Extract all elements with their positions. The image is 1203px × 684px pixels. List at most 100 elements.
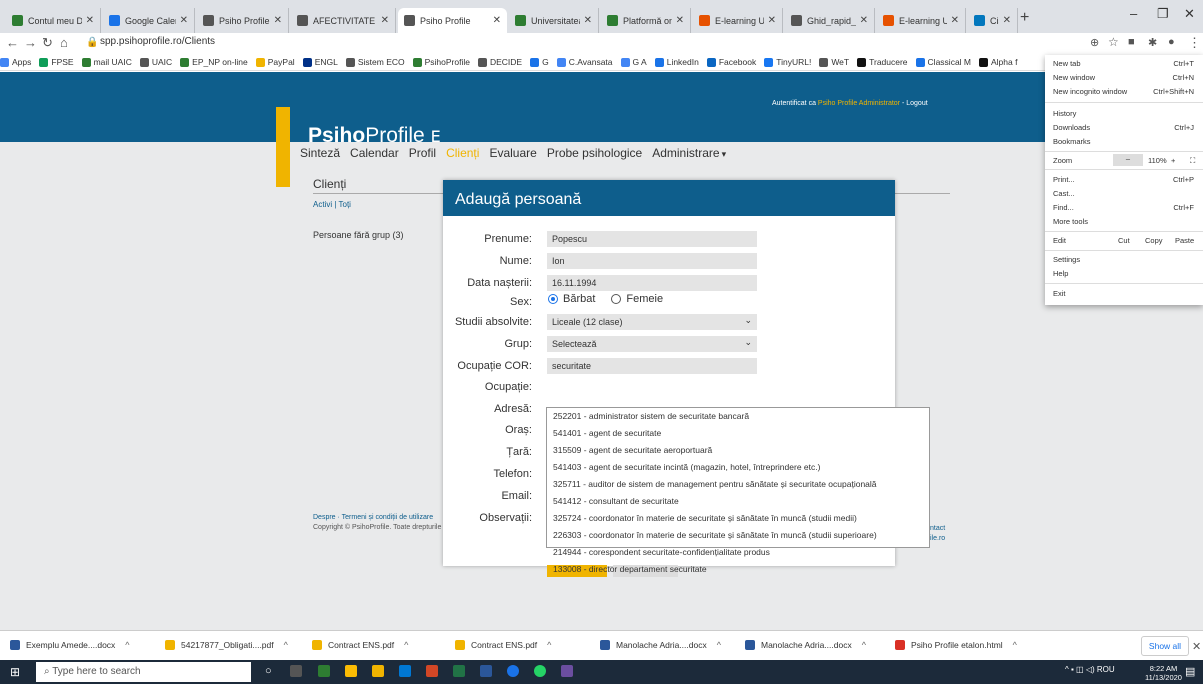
zoom-icon[interactable]: ⊕ — [1090, 36, 1099, 49]
nav-item[interactable]: Clienți — [446, 146, 479, 160]
chrome-icon[interactable] — [345, 665, 357, 677]
autocomplete-option[interactable]: 541403 - agent de securitate incintă (ma… — [547, 459, 929, 476]
bookmark-item[interactable]: mail UAIC — [81, 53, 132, 70]
browser-tab[interactable]: Cisco Webex Me ✕ — [968, 8, 1018, 33]
chevron-up-icon[interactable]: ^ — [1013, 640, 1017, 650]
autocomplete-option[interactable]: 325724 - coordonator în materie de secur… — [547, 510, 929, 527]
close-downloads-icon[interactable]: ✕ — [1192, 640, 1201, 653]
browser-tab[interactable]: Ghid_rapid_Mod ✕ — [785, 8, 875, 33]
bookmark-item[interactable]: WeT — [819, 53, 849, 70]
excel-icon[interactable] — [453, 665, 465, 677]
extension-icon[interactable]: ■ — [1128, 36, 1135, 48]
kebab-menu-icon[interactable]: ⋮ — [1188, 35, 1201, 51]
bookmark-item[interactable]: FPSE — [39, 53, 74, 70]
close-tab-icon[interactable]: ✕ — [1003, 15, 1011, 26]
close-tab-icon[interactable]: ✕ — [381, 15, 389, 26]
autocomplete-option[interactable]: 541401 - agent de securitate — [547, 425, 929, 442]
fullscreen-icon[interactable]: ⛶ — [1190, 156, 1195, 166]
clock[interactable]: 8:22 AM 11/13/2020 — [1145, 664, 1182, 682]
browser-tab[interactable]: Contul meu Drive ✕ — [6, 8, 101, 33]
menu-item-incognito[interactable]: New incognito window Ctrl+Shift+N — [1053, 87, 1198, 96]
powerpoint-icon[interactable] — [426, 665, 438, 677]
close-tab-icon[interactable]: ✕ — [860, 15, 868, 26]
bookmark-item[interactable]: Apps — [0, 53, 31, 70]
browser-tab[interactable]: E-learning UAIC ✕ — [877, 8, 966, 33]
group-header[interactable]: Persoane fără grup (3) — [313, 230, 404, 240]
logout-link[interactable]: - Logout — [902, 100, 928, 107]
nav-item[interactable]: Probe psihologice — [547, 146, 642, 160]
bookmark-item[interactable]: G — [530, 53, 549, 70]
menu-item-find[interactable]: Find... Ctrl+F — [1053, 203, 1198, 212]
first-name-field[interactable] — [547, 231, 757, 247]
app-icon[interactable] — [561, 665, 573, 677]
webex-icon[interactable] — [507, 665, 519, 677]
close-tab-icon[interactable]: ✕ — [493, 15, 501, 26]
chevron-up-icon[interactable]: ^ — [547, 640, 551, 650]
bookmark-item[interactable]: EP_NP on-line — [180, 53, 248, 70]
chevron-up-icon[interactable]: ^ — [717, 640, 721, 650]
menu-item-new-tab[interactable]: New tab Ctrl+T — [1053, 59, 1198, 68]
browser-tab[interactable]: E-learning UAIC ✕ — [693, 8, 783, 33]
browser-tab[interactable]: Psiho Profile ✕ — [197, 8, 289, 33]
chevron-up-icon[interactable]: ^ — [284, 640, 288, 650]
cor-occupation-field[interactable] — [547, 358, 757, 374]
menu-item-more-tools[interactable]: More tools — [1053, 217, 1198, 226]
nav-item[interactable]: Profil — [409, 146, 436, 160]
bookmark-item[interactable]: Alpha f — [979, 53, 1017, 70]
browser-tab[interactable]: AFECTIVITATE / E ✕ — [291, 8, 396, 33]
chevron-up-icon[interactable]: ^ — [862, 640, 866, 650]
minimize-button[interactable]: – — [1130, 6, 1137, 21]
group-select[interactable]: Selectează ⌄ — [547, 336, 757, 352]
footer-contact-link[interactable]: ntact — [930, 525, 945, 532]
nav-item[interactable]: Administrare — [652, 146, 719, 160]
autocomplete-option[interactable]: 226303 - coordonator în materie de secur… — [547, 527, 929, 544]
menu-item-settings[interactable]: Settings — [1053, 255, 1198, 264]
cut-button[interactable]: Cut — [1118, 236, 1130, 245]
menu-item-downloads[interactable]: Downloads Ctrl+J — [1053, 123, 1198, 132]
back-icon[interactable]: ← — [6, 35, 19, 50]
bookmark-item[interactable]: PsihoProfile — [412, 53, 470, 70]
bookmark-item[interactable]: DECIDE — [477, 53, 522, 70]
chevron-up-icon[interactable]: ^ — [404, 640, 408, 650]
explorer-icon[interactable] — [318, 665, 330, 677]
bookmark-item[interactable]: Sistem ECO — [345, 53, 405, 70]
close-tab-icon[interactable]: ✕ — [676, 15, 684, 26]
birth-date-field[interactable] — [547, 275, 757, 291]
autocomplete-option[interactable]: 214944 - corespondent securitate-confide… — [547, 544, 929, 561]
copy-button[interactable]: Copy — [1145, 236, 1163, 245]
bookmark-item[interactable]: ENGL — [302, 53, 338, 70]
female-radio[interactable] — [611, 294, 622, 304]
download-item[interactable]: Psiho Profile etalon.html ^ — [895, 640, 1017, 650]
puzzle-icon[interactable]: ✱ — [1148, 36, 1157, 49]
cortana-icon[interactable]: ○ — [265, 665, 277, 677]
close-tab-icon[interactable]: ✕ — [951, 15, 959, 26]
download-item[interactable]: Exemplu Amede....docx ^ — [10, 640, 130, 650]
browser-tab[interactable]: Universitatea „A ✕ — [509, 8, 599, 33]
browser-tab[interactable]: Psiho Profile ✕ — [398, 8, 507, 33]
close-tab-icon[interactable]: ✕ — [180, 15, 188, 26]
male-radio[interactable] — [548, 294, 558, 304]
task-view-icon[interactable] — [290, 665, 302, 677]
close-tab-icon[interactable]: ✕ — [274, 15, 282, 26]
autocomplete-option[interactable]: 133008 - director departament securitate — [547, 561, 929, 578]
chevron-up-icon[interactable]: ^ — [125, 640, 129, 650]
address-bar[interactable]: spp.psihoprofile.ro/Clients — [100, 36, 215, 47]
download-item[interactable]: Manolache Adria....docx ^ — [600, 640, 721, 650]
menu-item-exit[interactable]: Exit — [1053, 289, 1198, 298]
autocomplete-option[interactable]: 541412 - consultant de securitate — [547, 493, 929, 510]
menu-item-print[interactable]: Print... Ctrl+P — [1053, 175, 1198, 184]
new-tab-button[interactable]: + — [1020, 9, 1029, 27]
bookmark-item[interactable]: G A — [620, 53, 647, 70]
system-tray[interactable]: ^ ▪ ◫ ◁) ROU — [1065, 665, 1115, 674]
menu-item-help[interactable]: Help — [1053, 269, 1198, 278]
site-logo[interactable]: PsihoProfile ⴹ — [308, 124, 441, 148]
word-icon[interactable] — [480, 665, 492, 677]
last-name-field[interactable] — [547, 253, 757, 269]
star-icon[interactable]: ☆ — [1108, 35, 1119, 49]
forward-icon[interactable]: → — [24, 35, 37, 50]
footer-links[interactable]: Despre · Termeni și condiții de utilizar… — [313, 514, 441, 521]
menu-item-bookmarks[interactable]: Bookmarks — [1053, 137, 1198, 146]
autocomplete-option[interactable]: 315509 - agent de securitate aeroportuar… — [547, 442, 929, 459]
download-item[interactable]: Manolache Adria....docx ^ — [745, 640, 866, 650]
nav-item[interactable]: Calendar — [350, 146, 399, 160]
